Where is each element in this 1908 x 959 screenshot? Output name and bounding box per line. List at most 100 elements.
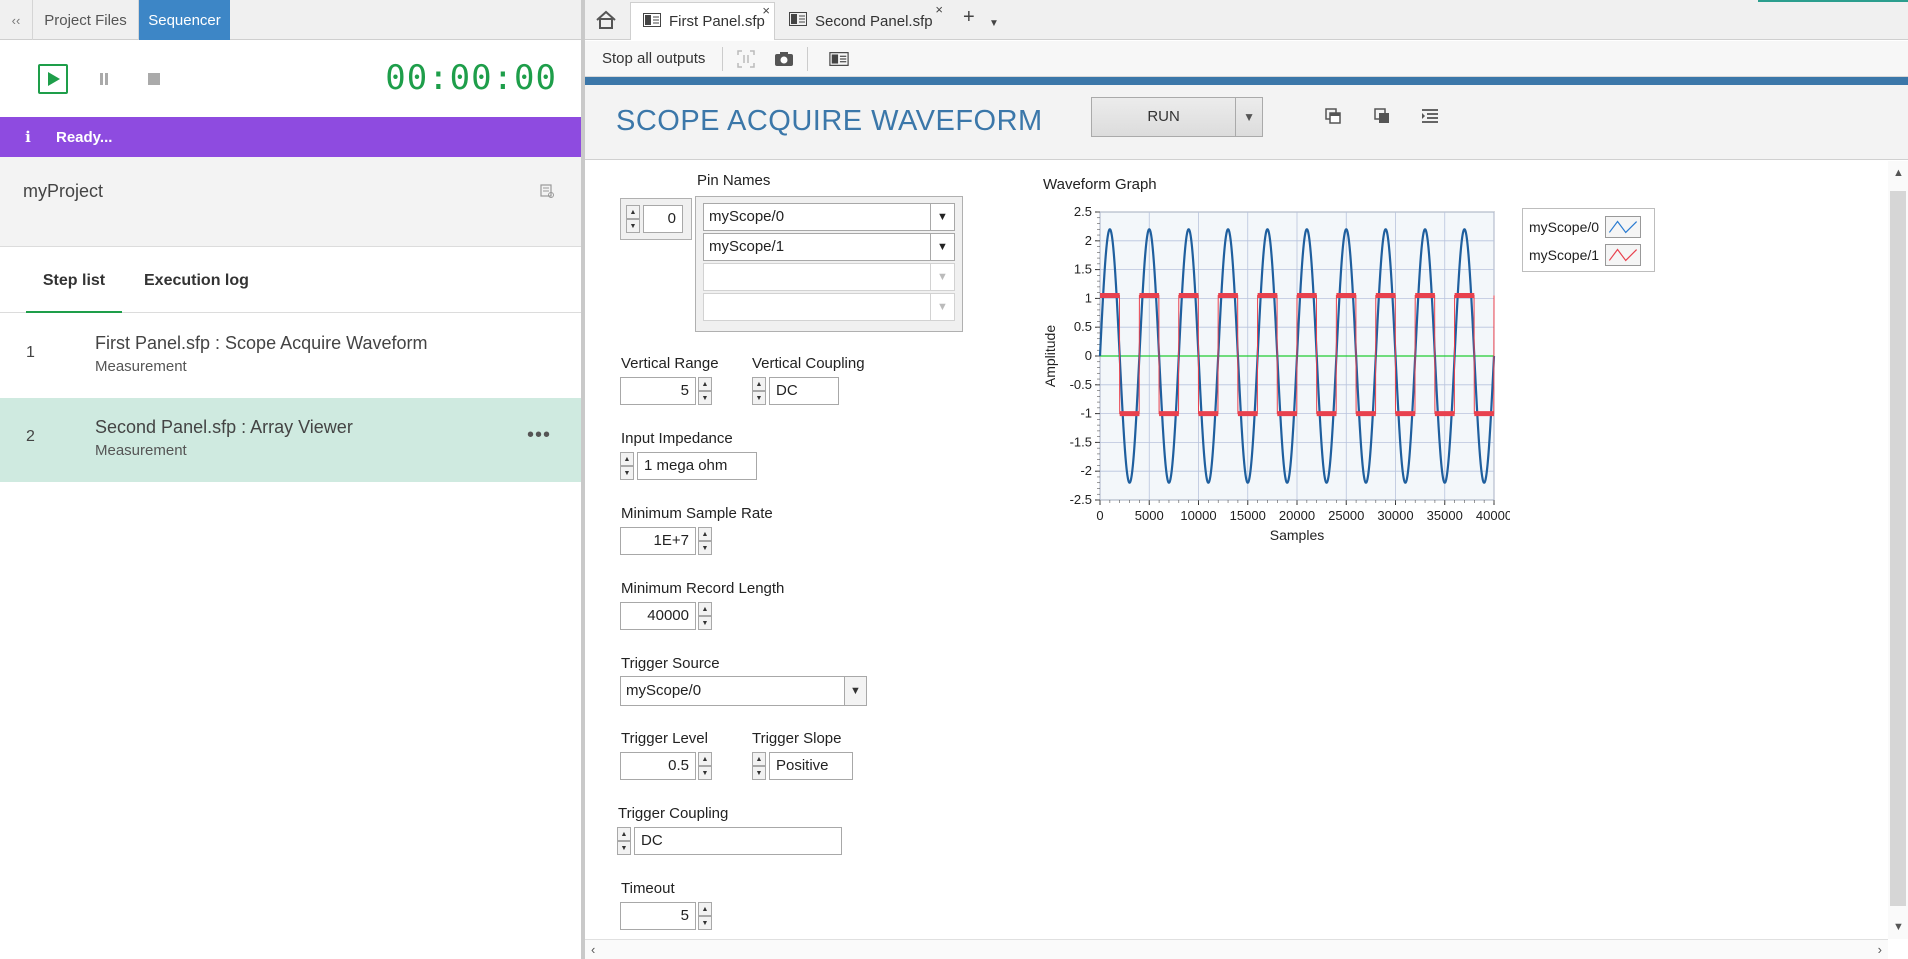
spinner[interactable]: ▲ ▼ [620, 452, 634, 480]
decrement-button[interactable]: ▼ [698, 616, 712, 630]
min-record-length-field[interactable]: 40000 [620, 602, 696, 630]
scroll-right-icon[interactable]: › [1878, 942, 1882, 957]
decrement-button[interactable]: ▼ [752, 391, 766, 405]
decrement-button[interactable]: ▼ [620, 466, 634, 480]
tab-first-panel[interactable]: First Panel.sfp × [630, 2, 775, 40]
waveform-graph[interactable]: 0 5000 10000 15000 20000 25000 30000 35000 40000… [1040, 198, 1510, 558]
pin-name-row[interactable]: ▼ [703, 293, 955, 321]
trigger-coupling-field[interactable]: DC [634, 827, 842, 855]
increment-button[interactable]: ▲ [698, 527, 712, 541]
vertical-scrollbar[interactable]: ▲ ▼ [1888, 161, 1908, 939]
pin-name-row[interactable]: myScope/1 ▼ [703, 233, 955, 261]
chevron-down-icon[interactable]: ▼ [931, 233, 955, 261]
spinner[interactable]: ▲ ▼ [698, 752, 712, 780]
more-options-button[interactable]: ••• [527, 424, 551, 447]
spinner[interactable]: ▲ ▼ [617, 827, 631, 855]
home-icon[interactable] [591, 4, 621, 36]
stop-all-outputs-button[interactable]: Stop all outputs [602, 50, 705, 67]
trigger-slope-field[interactable]: Positive [769, 752, 853, 780]
decrement-button[interactable]: ▼ [698, 391, 712, 405]
tab-execution-log[interactable]: Execution log [144, 272, 249, 290]
step-item-1[interactable]: 1 First Panel.sfp : Scope Acquire Wavefo… [0, 314, 581, 398]
scroll-thumb[interactable] [1890, 191, 1906, 906]
series-swatch-blue[interactable] [1605, 216, 1642, 238]
trigger-level-field[interactable]: 0.5 [620, 752, 696, 780]
pin-name-row[interactable]: myScope/0 ▼ [703, 203, 955, 231]
decrement-button[interactable]: ▼ [698, 766, 712, 780]
trigger-level-stepper[interactable]: 0.5 ▲ ▼ [620, 752, 712, 780]
scroll-down-icon[interactable]: ▼ [1893, 921, 1904, 933]
spinner[interactable]: ▲ ▼ [698, 602, 712, 630]
chevron-down-icon[interactable]: ▼ [845, 676, 867, 706]
run-button[interactable]: RUN ▼ [1091, 97, 1263, 137]
fit-to-screen-icon[interactable] [736, 49, 756, 69]
chevron-down-icon[interactable]: ▼ [931, 293, 955, 321]
increment-button[interactable]: ▲ [620, 452, 634, 466]
add-tab-button[interactable]: + [963, 6, 975, 29]
input-impedance-ring[interactable]: ▲ ▼ 1 mega ohm [620, 452, 757, 480]
pin-name-row[interactable]: ▼ [703, 263, 955, 291]
stop-button[interactable] [146, 70, 162, 88]
spinner[interactable]: ▲ ▼ [698, 902, 712, 930]
spinner[interactable]: ▲ ▼ [752, 377, 766, 405]
pin-index-stepper[interactable]: ▲ ▼ 0 [626, 205, 686, 233]
increment-button[interactable]: ▲ [617, 827, 631, 841]
trigger-coupling-ring[interactable]: ▲ ▼ DC [617, 827, 842, 855]
decrement-button[interactable]: ▼ [626, 219, 640, 233]
tab-second-panel[interactable]: Second Panel.sfp × [777, 2, 947, 40]
spinner[interactable]: ▲ ▼ [626, 205, 640, 233]
chevron-down-icon[interactable]: ▼ [931, 263, 955, 291]
close-tab-icon[interactable]: × [935, 2, 943, 17]
increment-button[interactable]: ▲ [698, 752, 712, 766]
horizontal-scrollbar[interactable]: ‹ › [585, 939, 1888, 959]
scroll-up-icon[interactable]: ▲ [1893, 167, 1904, 179]
scroll-left-icon[interactable]: ‹ [591, 942, 595, 957]
play-button[interactable] [38, 64, 68, 94]
camera-icon[interactable] [774, 49, 794, 69]
vertical-coupling-ring[interactable]: ▲ ▼ DC [752, 377, 839, 405]
trigger-source-value[interactable]: myScope/0 [620, 676, 845, 706]
tab-step-list[interactable]: Step list [26, 272, 122, 313]
list-indent-icon[interactable] [1419, 105, 1441, 127]
chevron-down-icon[interactable]: ▼ [931, 203, 955, 231]
timeout-stepper[interactable]: 5 ▲ ▼ [620, 902, 712, 930]
min-sample-rate-field[interactable]: 1E+7 [620, 527, 696, 555]
close-tab-icon[interactable]: × [762, 3, 770, 18]
pin-name-value[interactable] [703, 263, 931, 291]
pin-name-value[interactable]: myScope/0 [703, 203, 931, 231]
spinner[interactable]: ▲ ▼ [752, 752, 766, 780]
chevron-down-icon[interactable]: ▼ [989, 18, 999, 29]
project-properties-icon[interactable] [539, 183, 555, 204]
increment-button[interactable]: ▲ [698, 377, 712, 391]
run-button-label[interactable]: RUN [1092, 98, 1237, 136]
vertical-range-field[interactable]: 5 [620, 377, 696, 405]
min-record-length-stepper[interactable]: 40000 ▲ ▼ [620, 602, 712, 630]
panel-layout-icon[interactable] [829, 49, 849, 69]
pin-name-value[interactable] [703, 293, 931, 321]
decrement-button[interactable]: ▼ [617, 841, 631, 855]
input-impedance-field[interactable]: 1 mega ohm [637, 452, 757, 480]
spinner[interactable]: ▲ ▼ [698, 377, 712, 405]
increment-button[interactable]: ▲ [626, 205, 640, 219]
pause-button[interactable] [96, 70, 112, 88]
chevron-down-icon[interactable]: ▼ [1236, 110, 1262, 124]
min-sample-rate-stepper[interactable]: 1E+7 ▲ ▼ [620, 527, 712, 555]
increment-button[interactable]: ▲ [698, 602, 712, 616]
pin-index-field[interactable]: 0 [643, 205, 683, 233]
pin-name-value[interactable]: myScope/1 [703, 233, 931, 261]
vertical-coupling-field[interactable]: DC [769, 377, 839, 405]
decrement-button[interactable]: ▼ [752, 766, 766, 780]
series-swatch-red[interactable] [1605, 244, 1642, 266]
collapse-pane-icon[interactable]: ‹‹ [0, 0, 32, 40]
window-tile-icon[interactable] [1371, 105, 1393, 127]
spinner[interactable]: ▲ ▼ [698, 527, 712, 555]
increment-button[interactable]: ▲ [752, 752, 766, 766]
timeout-field[interactable]: 5 [620, 902, 696, 930]
trigger-slope-ring[interactable]: ▲ ▼ Positive [752, 752, 853, 780]
decrement-button[interactable]: ▼ [698, 541, 712, 555]
decrement-button[interactable]: ▼ [698, 916, 712, 930]
window-restore-icon[interactable] [1322, 105, 1344, 127]
tab-sequencer[interactable]: Sequencer [138, 0, 230, 40]
trigger-source-select[interactable]: myScope/0 ▼ [620, 676, 867, 706]
increment-button[interactable]: ▲ [698, 902, 712, 916]
